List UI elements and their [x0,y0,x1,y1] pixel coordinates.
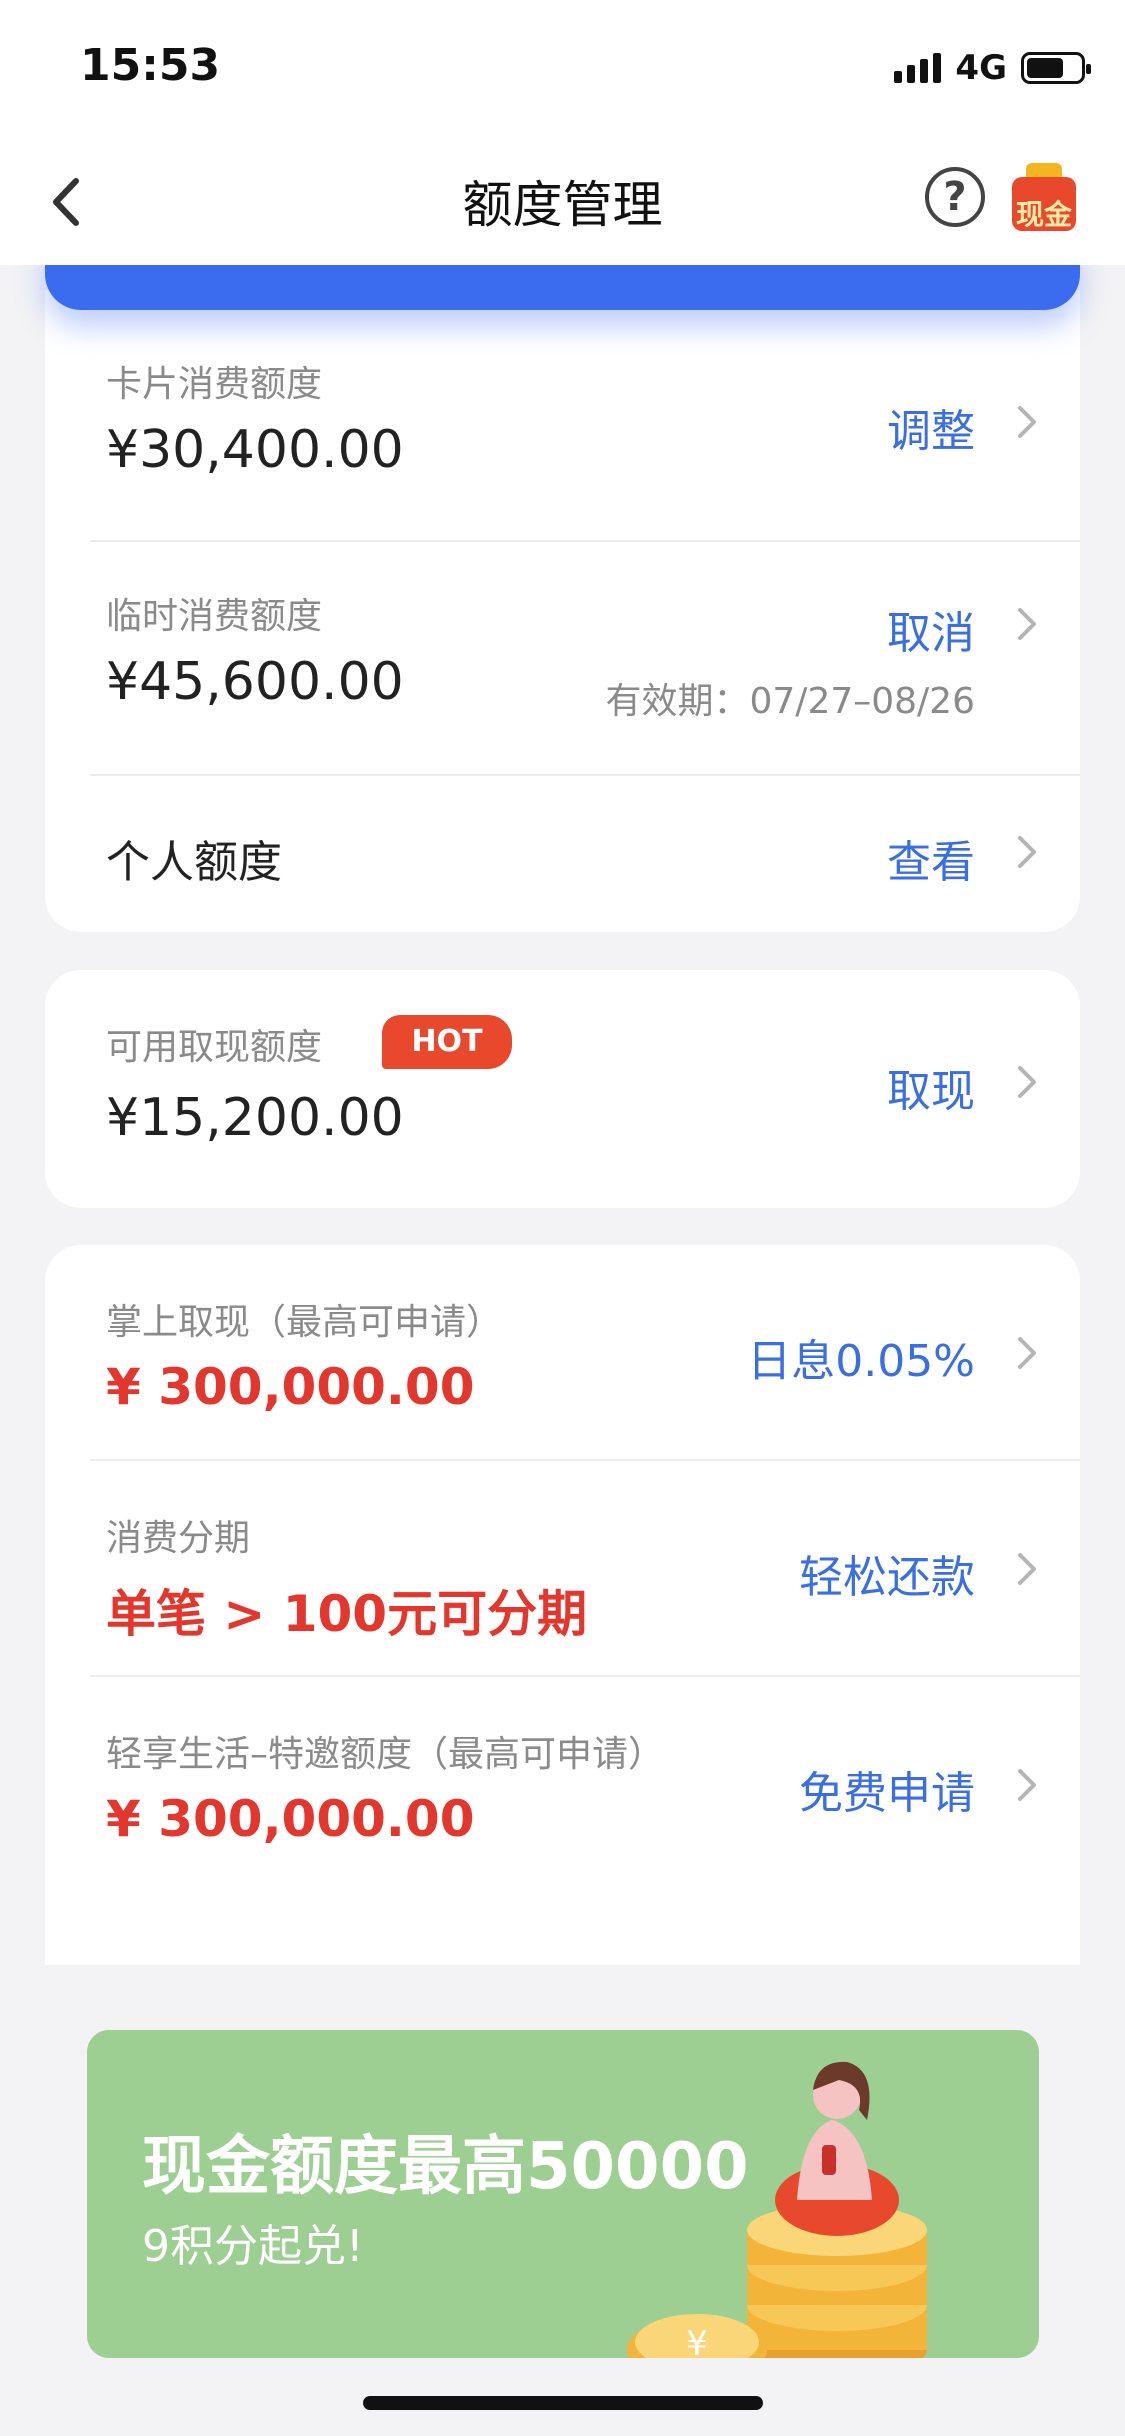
person-on-coins-illustration: ¥ [627,2061,927,2358]
hot-badge: HOT [382,1015,512,1069]
product-row[interactable]: 消费分期 单笔 > 100元可分期 轻松还款 [45,1461,1080,1677]
promo-banner[interactable]: 现金额度最高50000 9积分起兑! ¥ [87,2030,1039,2358]
chevron-right-icon [1018,406,1036,438]
product-value: ¥ 300,000.00 [106,1358,475,1416]
temporary-limit-amount: ¥45,600.00 [106,652,404,712]
help-button[interactable]: ? [925,167,985,227]
network-type: 4G [955,48,1007,88]
product-row[interactable]: 轻享生活–特邀额度（最高可申请） ¥ 300,000.00 免费申请 [45,1677,1080,1893]
personal-limit-label: 个人额度 [106,837,282,888]
cash-limit-amount: ¥15,200.00 [106,1088,404,1148]
daily-interest-link[interactable]: 日息0.05% [747,1325,975,1389]
product-label: 掌上取现（最高可申请） [106,1302,503,1343]
limit-card: 卡片消费额度 ¥30,400.00 调整 临时消费额度 ¥45,600.00 取… [45,290,1080,932]
product-label: 消费分期 [106,1518,251,1559]
consumption-limit-label: 卡片消费额度 [106,364,323,405]
product-label: 轻享生活–特邀额度（最高可申请） [106,1734,665,1775]
cash-limit-label: 可用取现额度 [106,1027,323,1068]
temporary-limit-label: 临时消费额度 [106,596,323,637]
chevron-right-icon [1018,608,1036,640]
cancel-button[interactable]: 取消 [887,597,975,661]
adjust-button[interactable]: 调整 [887,395,975,459]
battery-icon [1021,52,1091,84]
products-card: 掌上取现（最高可申请） ¥ 300,000.00 日息0.05% 消费分期 单笔… [45,1245,1080,1965]
status-bar: 15:53 4G [0,0,1125,135]
product-value: ¥ 300,000.00 [106,1790,475,1848]
coin-symbol: ¥ [686,2324,708,2358]
chevron-right-icon [1018,1337,1036,1369]
battery-level [1027,58,1063,78]
chevron-right-icon [1018,836,1036,868]
promo-subtitle: 9积分起兑! [142,2221,364,2272]
chevron-right-icon [1018,1066,1036,1098]
temporary-limit-row[interactable]: 临时消费额度 ¥45,600.00 取消 有效期：07/27–08/26 [45,542,1080,776]
status-time: 15:53 [80,40,221,91]
consumption-limit-row[interactable]: 卡片消费额度 ¥30,400.00 调整 [45,290,1080,542]
chevron-right-icon [1018,1769,1036,1801]
cash-label: 现金 [1015,198,1072,231]
product-row[interactable]: 掌上取现（最高可申请） ¥ 300,000.00 日息0.05% [45,1245,1080,1461]
product-value: 单笔 > 100元可分期 [106,1585,588,1643]
consumption-limit-amount: ¥30,400.00 [106,420,404,480]
status-indicators: 4G [894,48,1091,88]
easy-repay-link[interactable]: 轻松还款 [799,1541,975,1605]
free-apply-link[interactable]: 免费申请 [799,1757,975,1821]
nav-bar: 额度管理 ? 现金 [0,135,1125,265]
validity-period: 有效期：07/27–08/26 [605,681,976,722]
withdraw-button[interactable]: 取现 [887,1055,975,1119]
signal-icon [894,53,942,83]
chevron-right-icon [1018,1553,1036,1585]
view-button[interactable]: 查看 [887,826,975,890]
cash-limit-card[interactable]: 可用取现额度 HOT ¥15,200.00 取现 [45,970,1080,1208]
page: 15:53 4G 额度管理 ? 现金 卡片消费额度 ¥30,400.00 调整 … [0,0,1125,2436]
home-indicator[interactable] [363,2396,763,2410]
personal-limit-row[interactable]: 个人额度 查看 [45,776,1080,932]
cash-icon-button[interactable]: 现金 [1012,163,1076,233]
